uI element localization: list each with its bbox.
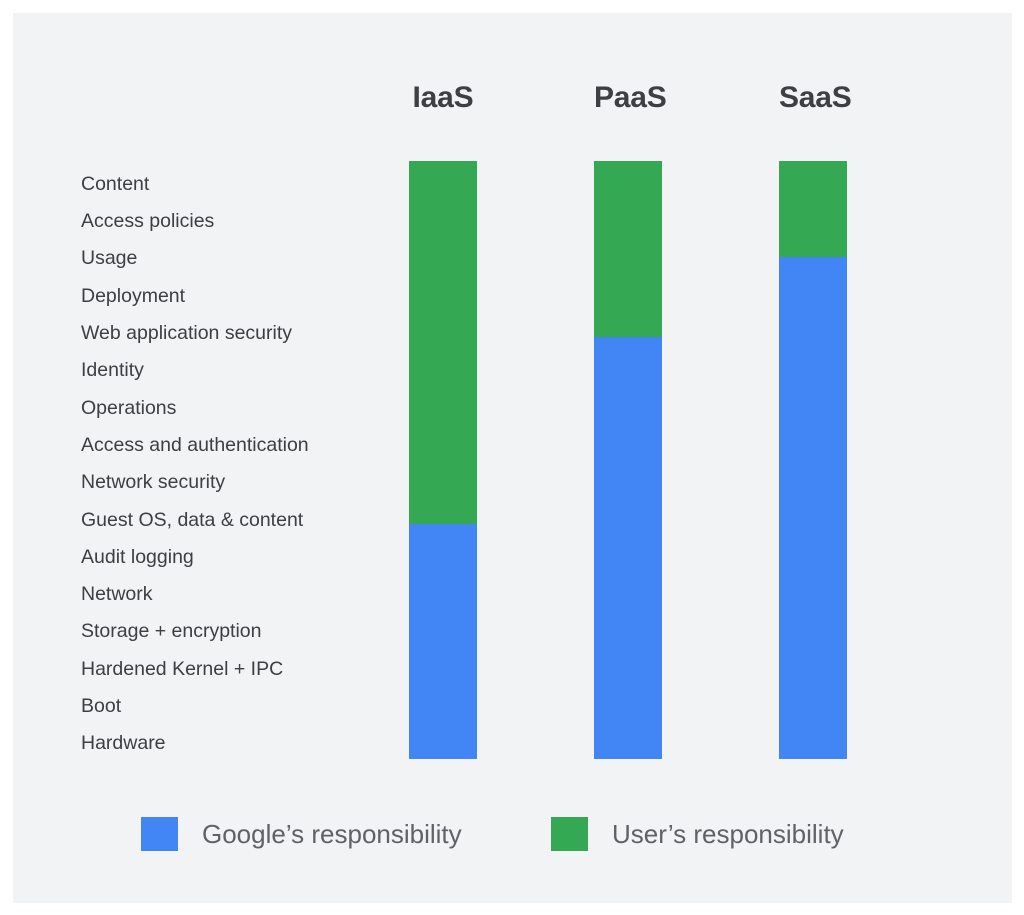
chart-panel [13, 13, 1012, 903]
bar-paas [594, 161, 662, 759]
row-label-audit-logging: Audit logging [81, 546, 194, 568]
row-label-guest-os-data-content: Guest OS, data & content [81, 509, 304, 531]
shared-responsibility-chart: IaaS PaaS SaaS Content Access policies U… [0, 0, 1024, 915]
bar-iaas [409, 161, 477, 759]
row-label-network: Network [81, 583, 153, 605]
column-header-saas: SaaS [779, 81, 852, 114]
row-label-content: Content [81, 173, 150, 195]
row-label-network-security: Network security [81, 471, 226, 493]
legend-swatch-user-icon [551, 817, 588, 851]
bar-saas-google-segment [779, 256, 847, 759]
legend-item-user: User’s responsibility [551, 817, 844, 851]
row-label-access-and-authentication: Access and authentication [81, 434, 309, 456]
legend-swatch-google-icon [141, 817, 178, 851]
bar-saas [779, 161, 847, 759]
bar-paas-google-segment [594, 336, 662, 759]
row-label-deployment: Deployment [81, 285, 186, 307]
row-label-hardware: Hardware [81, 732, 166, 754]
row-label-identity: Identity [81, 359, 144, 381]
bar-paas-user-segment [594, 161, 662, 337]
row-label-storage-encryption: Storage + encryption [81, 620, 262, 642]
legend-item-google: Google’s responsibility [141, 817, 462, 851]
bar-iaas-user-segment [409, 161, 477, 524]
row-label-usage: Usage [81, 247, 138, 269]
bar-iaas-google-segment [409, 524, 477, 759]
row-label-boot: Boot [81, 695, 122, 717]
row-label-operations: Operations [81, 397, 177, 419]
row-label-hardened-kernel-ipc: Hardened Kernel + IPC [81, 658, 284, 680]
legend-label-user: User’s responsibility [612, 819, 844, 849]
column-header-paas: PaaS [594, 81, 667, 114]
row-label-access-policies: Access policies [81, 210, 215, 232]
bar-saas-user-segment [779, 161, 847, 257]
row-label-web-application-security: Web application security [81, 322, 292, 344]
column-header-iaas: IaaS [412, 81, 474, 114]
legend-label-google: Google’s responsibility [202, 819, 462, 849]
